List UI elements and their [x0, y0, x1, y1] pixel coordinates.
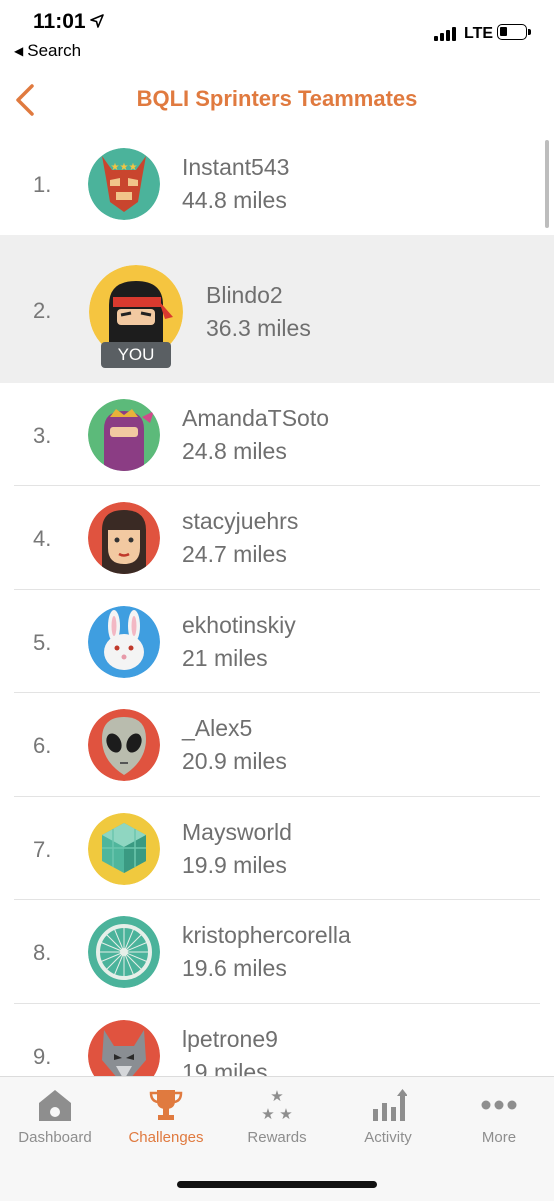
nav-header: BQLI Sprinters Teammates [0, 70, 554, 132]
leaderboard-row[interactable]: 6. _Alex5 20.9 miles [0, 693, 554, 797]
teammate-miles: 36.3 miles [206, 315, 311, 341]
svg-text:★: ★ [270, 1088, 283, 1105]
leaderboard-row[interactable]: 9. lpetrone9 19 miles [0, 1004, 554, 1076]
princess-ninja-avatar [88, 399, 160, 471]
teammate-miles: 19 miles [182, 1059, 268, 1076]
alien-avatar [88, 709, 160, 781]
tab-label: Activity [364, 1129, 412, 1146]
stars-icon: ★ ★ ★ [261, 1088, 292, 1123]
teammate-name: Blindo2 [206, 282, 283, 308]
teammate-name: AmandaTSoto [182, 405, 330, 431]
teammate-miles: 21 miles [182, 645, 268, 671]
rank-number: 6. [33, 733, 52, 758]
teammate-name: Instant543 [182, 154, 290, 180]
tab-dashboard[interactable]: Dashboard [0, 1087, 110, 1157]
leaderboard-list[interactable]: 1. ★★★ Instant543 44.8 miles 2. YOU Blin… [0, 132, 554, 1076]
rank-number: 3. [33, 423, 52, 448]
teammate-name: stacyjuehrs [182, 508, 299, 534]
rabbit-avatar [88, 606, 160, 678]
tab-more[interactable]: More [444, 1087, 554, 1157]
bar-chart-icon [373, 1089, 407, 1121]
trophy-icon [149, 1090, 183, 1120]
teammate-miles: 19.9 miles [182, 852, 287, 878]
tab-activity[interactable]: Activity [333, 1087, 443, 1157]
wheel-avatar [88, 916, 160, 988]
tab-label: More [481, 1129, 517, 1146]
leaderboard-row-you[interactable]: 2. YOU Blindo2 36.3 miles [0, 235, 554, 383]
tab-label: Challenges [128, 1129, 204, 1146]
teammate-name: kristophercorella [182, 922, 351, 948]
leaderboard-row[interactable]: 3. AmandaTSoto 24.8 miles [0, 383, 554, 486]
tab-label: Dashboard [18, 1129, 92, 1146]
teammate-name: Maysworld [182, 819, 292, 845]
home-indicator[interactable] [177, 1181, 377, 1188]
wolf-avatar [88, 1020, 160, 1076]
teammate-name: _Alex5 [182, 715, 253, 741]
leaderboard-row[interactable]: 5. ekhotinskiy 21 miles [0, 590, 554, 693]
page-title: BQLI Sprinters Teammates [136, 86, 418, 111]
tab-label: Rewards [247, 1129, 307, 1146]
rank-number: 5. [33, 630, 52, 655]
teammate-miles: 20.9 miles [182, 748, 287, 774]
rank-number: 4. [33, 526, 52, 551]
more-dots-icon [481, 1100, 517, 1110]
teammate-name: lpetrone9 [182, 1026, 278, 1052]
teammate-name: ekhotinskiy [182, 612, 296, 638]
woman-avatar [88, 502, 160, 574]
scrollbar[interactable] [545, 140, 549, 228]
leaderboard-row[interactable]: 1. ★★★ Instant543 44.8 miles [0, 132, 554, 235]
tab-rewards[interactable]: ★ ★ ★ Rewards [222, 1087, 332, 1157]
masked-hero-avatar: ★★★ [88, 148, 160, 220]
svg-text:★★★: ★★★ [111, 162, 138, 173]
teammate-miles: 44.8 miles [182, 187, 287, 213]
svg-text:★: ★ [261, 1106, 274, 1123]
teammate-miles: 24.7 miles [182, 541, 287, 567]
rank-number: 7. [33, 837, 52, 862]
location-arrow-icon [90, 14, 104, 28]
back-app-label: Search [27, 41, 82, 60]
rank-number: 8. [33, 940, 52, 965]
leaderboard-row[interactable]: 4. stacyjuehrs 24.7 miles [0, 486, 554, 590]
status-bar: 11:01 ◀ Search LTE [0, 0, 554, 70]
battery-icon [497, 24, 531, 40]
tab-challenges[interactable]: Challenges [111, 1087, 221, 1157]
teammate-miles: 19.6 miles [182, 955, 287, 981]
rank-number: 9. [33, 1044, 52, 1069]
leaderboard-row[interactable]: 7. Maysworld 19.9 miles [0, 797, 554, 900]
house-icon [39, 1090, 71, 1121]
back-triangle-icon: ◀ [14, 44, 24, 58]
back-to-app-link[interactable]: ◀ Search [14, 41, 81, 61]
network-type: LTE [464, 25, 494, 42]
svg-text:★: ★ [279, 1106, 292, 1123]
you-badge: YOU [101, 342, 171, 368]
rank-number: 1. [33, 172, 52, 197]
cubes-avatar [88, 813, 160, 885]
leaderboard-row[interactable]: 8. kristophercorella 19.6 miles [0, 900, 554, 1004]
signal-strength-icon [434, 27, 456, 41]
teammate-miles: 24.8 miles [182, 438, 287, 464]
status-time: 11:01 [33, 10, 86, 33]
rank-number: 2. [33, 298, 52, 323]
